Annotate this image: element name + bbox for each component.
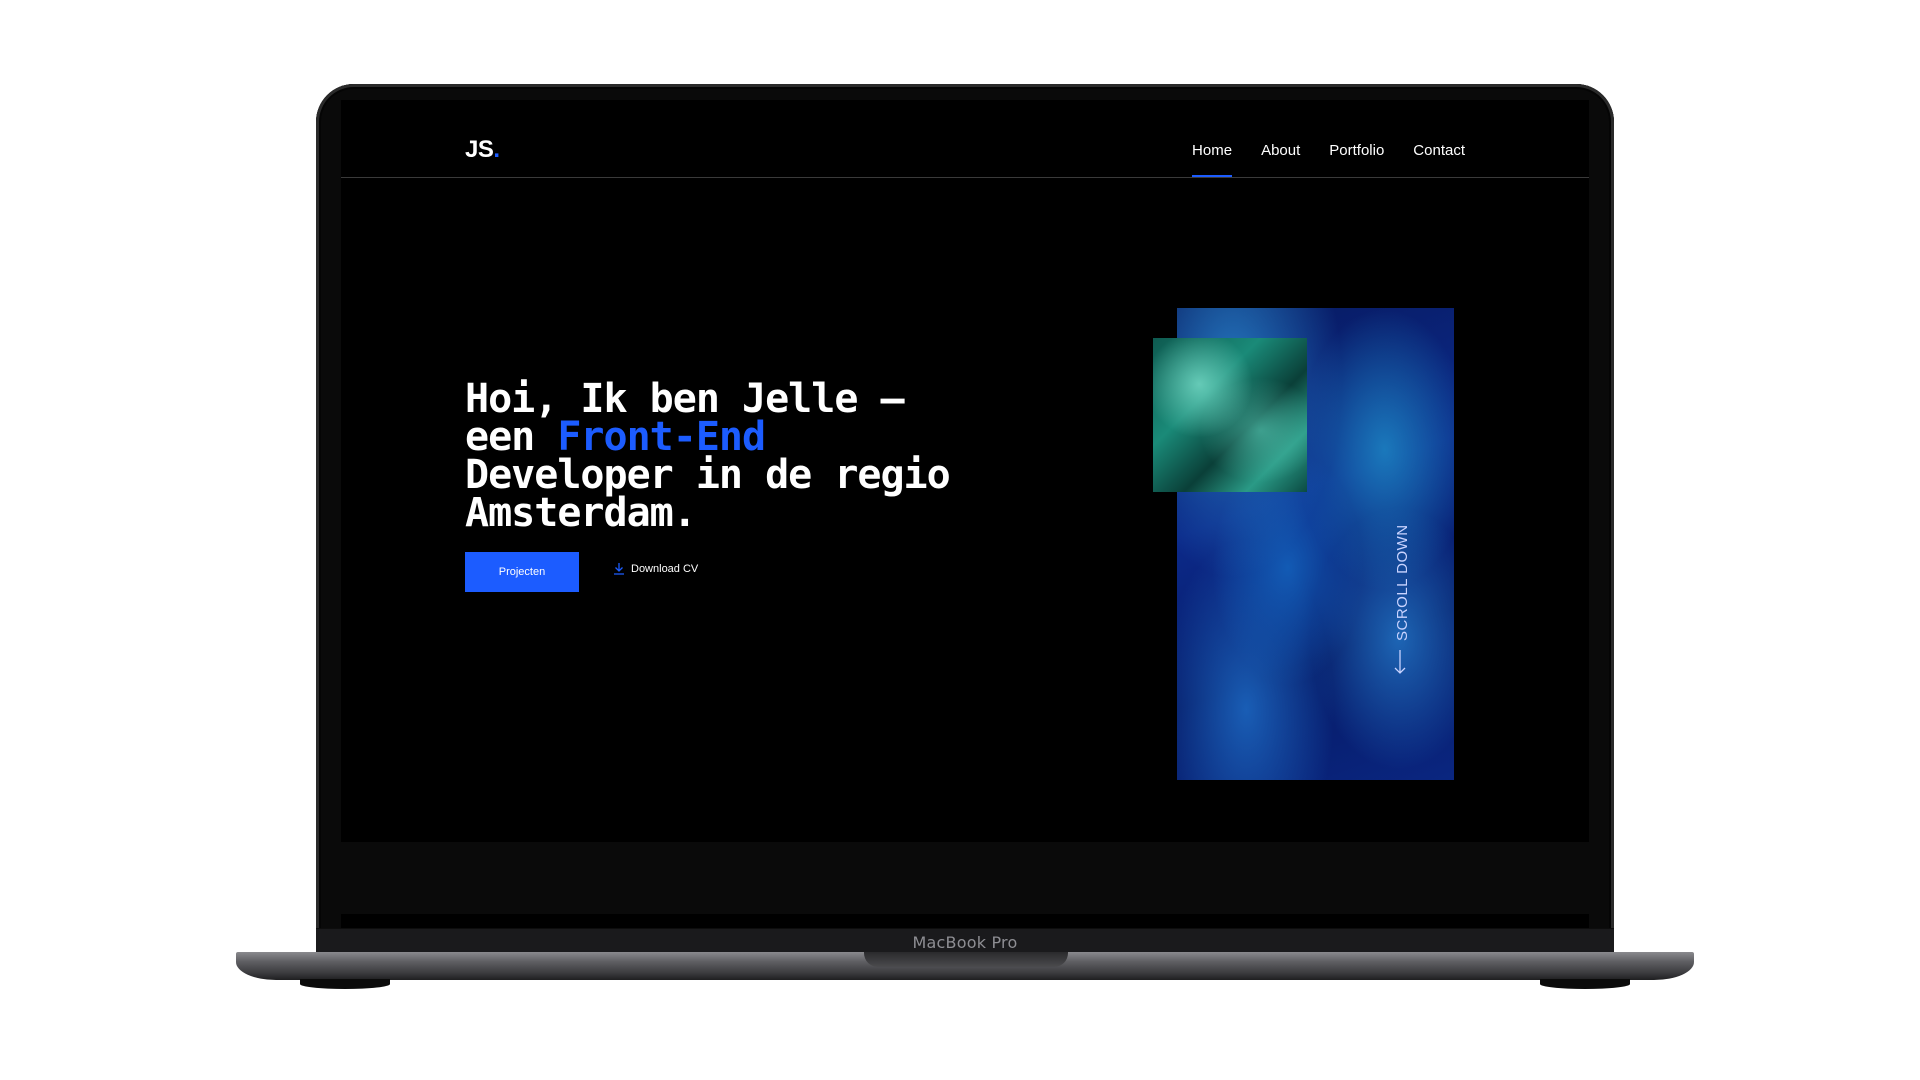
laptop-chin: MacBook Pro: [316, 928, 1614, 955]
download-icon: [613, 562, 625, 575]
laptop-foot-right: [1540, 979, 1630, 989]
nav-contact[interactable]: Contact: [1413, 142, 1465, 177]
laptop-notch: [864, 952, 1068, 967]
header-divider: [341, 177, 1589, 178]
macbook-mockup: JS. Home About Portfolio Contact Hoi, Ik…: [0, 0, 1920, 1080]
website-screen: JS. Home About Portfolio Contact Hoi, Ik…: [341, 100, 1589, 932]
green-silk-image: [1153, 338, 1307, 492]
projecten-button[interactable]: Projecten: [465, 552, 579, 592]
site-logo[interactable]: JS.: [465, 136, 500, 164]
logo-dot: .: [493, 136, 500, 163]
logo-text: JS: [465, 136, 494, 163]
nav-home[interactable]: Home: [1192, 142, 1233, 178]
download-cv-label: Download CV: [631, 562, 699, 575]
scroll-down-indicator[interactable]: SCROLL DOWN: [1393, 524, 1411, 675]
main-nav: Home About Portfolio Contact: [1192, 142, 1465, 178]
hero-heading: Hoi, Ik ben Jelle — een Front-End Develo…: [465, 379, 1065, 533]
nav-about[interactable]: About: [1261, 142, 1300, 177]
site-header: JS. Home About Portfolio Contact: [341, 100, 1589, 178]
scroll-down-label: SCROLL DOWN: [1393, 524, 1411, 641]
download-cv-button[interactable]: Download CV: [613, 562, 698, 575]
laptop-foot-left: [300, 979, 390, 989]
next-section-preview: [341, 842, 1589, 914]
device-label: MacBook Pro: [912, 933, 1018, 952]
arrow-down-icon: [1393, 649, 1411, 675]
nav-portfolio[interactable]: Portfolio: [1329, 142, 1384, 177]
hero-line-4: Amsterdam.: [465, 490, 697, 536]
